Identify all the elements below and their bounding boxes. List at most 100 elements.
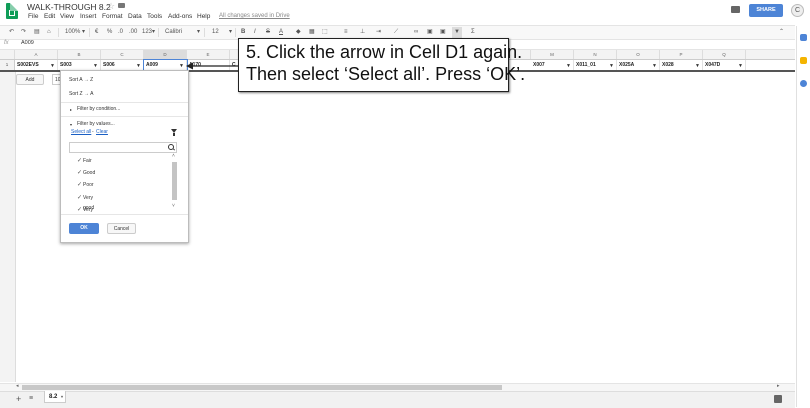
sheets-logo[interactable] xyxy=(6,3,18,19)
column-header-m[interactable]: M xyxy=(531,50,574,59)
filter-dropdown-icon[interactable]: ▼ xyxy=(566,61,571,71)
menu-insert[interactable]: Insert xyxy=(80,13,96,20)
percent-format-button[interactable]: % xyxy=(107,27,112,38)
bold-button[interactable]: B xyxy=(241,27,245,38)
undo-icon[interactable]: ↶ xyxy=(9,27,14,38)
cancel-button[interactable]: Cancel xyxy=(107,223,136,234)
cell-c1[interactable]: S006 ▼ xyxy=(101,60,144,70)
menu-tools[interactable]: Tools xyxy=(147,13,162,20)
text-rotation-icon[interactable]: ⟋ xyxy=(394,27,398,38)
values-scrollbar[interactable]: ˄ ˅ xyxy=(171,153,178,211)
avatar[interactable]: C xyxy=(791,4,804,17)
column-header-d[interactable]: D xyxy=(144,50,187,59)
cell-d1[interactable]: A009 ▼ xyxy=(143,59,188,71)
italic-button[interactable]: I xyxy=(254,27,256,38)
star-icon[interactable]: ☆ xyxy=(107,1,115,12)
menu-addons[interactable]: Add-ons xyxy=(168,13,192,20)
sheet-tab[interactable]: 8.2 ▾ xyxy=(44,391,66,403)
filter-dropdown-icon[interactable]: ▼ xyxy=(695,61,700,71)
align-vertical-icon[interactable]: ⊥ xyxy=(360,27,365,38)
sort-a-z-option[interactable]: Sort A → Z xyxy=(69,77,93,83)
filter-search-input[interactable] xyxy=(69,142,177,153)
column-header-q[interactable]: Q xyxy=(703,50,746,59)
clear-link[interactable]: Clear xyxy=(96,129,108,135)
filter-icon[interactable]: ▼ xyxy=(452,27,462,38)
column-header-b[interactable]: B xyxy=(58,50,101,59)
cell-a1[interactable]: S002EVS ▼ xyxy=(15,60,58,70)
filter-dropdown-icon[interactable]: ▼ xyxy=(738,61,743,71)
ok-button[interactable]: OK xyxy=(69,223,99,234)
paint-format-icon[interactable]: ⌂ xyxy=(47,27,51,38)
filter-dropdown-icon[interactable]: ▼ xyxy=(652,61,657,71)
row-number[interactable]: 1 xyxy=(0,60,15,70)
menu-help[interactable]: Help xyxy=(197,13,210,20)
comments-icon[interactable] xyxy=(731,6,740,13)
more-formats-select[interactable]: 123 xyxy=(142,27,152,38)
cell-o1[interactable]: X025A ▼ xyxy=(617,60,660,70)
decrease-decimals-button[interactable]: .0 xyxy=(118,27,123,38)
document-title[interactable]: WALK-THROUGH 8.2 xyxy=(27,2,111,12)
insert-link-icon[interactable]: ∞ xyxy=(414,27,418,38)
cell-n1[interactable]: X011_01 ▼ xyxy=(574,60,617,70)
chevron-down-icon[interactable]: ▾ xyxy=(61,391,63,403)
select-all-corner[interactable] xyxy=(0,50,15,59)
scroll-down-icon[interactable]: ˅ xyxy=(172,203,175,209)
text-wrap-icon[interactable]: ⇥ xyxy=(376,27,381,38)
menu-format[interactable]: Format xyxy=(102,13,123,20)
horizontal-scroll-thumb[interactable] xyxy=(22,385,502,390)
menu-file[interactable]: File xyxy=(28,13,38,20)
filter-dropdown-icon[interactable]: ▼ xyxy=(50,61,55,71)
filter-by-values-toggle[interactable]: Filter by values... xyxy=(77,121,115,127)
share-button[interactable]: SHARE xyxy=(749,4,783,17)
cell-m1[interactable]: X007 ▼ xyxy=(531,60,574,70)
font-size-select[interactable]: 12 xyxy=(212,27,219,38)
collapse-toolbar-icon[interactable]: ⌃ xyxy=(779,27,784,38)
currency-format-button[interactable]: € xyxy=(95,27,98,38)
select-all-link[interactable]: Select all xyxy=(71,129,91,135)
scroll-thumb[interactable] xyxy=(172,162,177,200)
menu-data[interactable]: Data xyxy=(128,13,142,20)
align-horizontal-icon[interactable]: ≡ xyxy=(344,27,348,38)
column-header-o[interactable]: O xyxy=(617,50,660,59)
insert-chart-icon[interactable]: ▣ xyxy=(440,27,446,38)
folder-icon[interactable] xyxy=(118,3,125,8)
borders-icon[interactable]: ▦ xyxy=(309,27,315,38)
redo-icon[interactable]: ↷ xyxy=(21,27,26,38)
print-icon[interactable]: ▤ xyxy=(34,27,40,38)
explore-icon[interactable] xyxy=(774,395,782,403)
scroll-left-icon[interactable]: ◂ xyxy=(16,383,19,389)
column-header-a[interactable]: A xyxy=(15,50,58,59)
horizontal-scrollbar[interactable]: ◂ ▸ xyxy=(0,383,795,391)
column-header-p[interactable]: P xyxy=(660,50,703,59)
menu-edit[interactable]: Edit xyxy=(44,13,55,20)
filter-by-condition-toggle[interactable]: Filter by condition... xyxy=(77,106,120,112)
font-select[interactable]: Calibri xyxy=(165,27,182,38)
text-color-button[interactable]: A xyxy=(279,27,283,38)
tasks-icon[interactable] xyxy=(800,80,807,87)
increase-decimals-button[interactable]: .00 xyxy=(129,27,137,38)
cell-p1[interactable]: X028 ▼ xyxy=(660,60,703,70)
insert-comment-icon[interactable]: ▣ xyxy=(427,27,433,38)
add-sheet-icon[interactable]: + xyxy=(16,394,21,404)
add-rows-count-input[interactable]: 10 xyxy=(52,74,61,85)
merge-cells-icon[interactable]: ⬚ xyxy=(322,27,328,38)
add-rows-button[interactable]: Add xyxy=(16,74,44,85)
column-header-e[interactable]: E xyxy=(187,50,230,59)
sort-z-a-option[interactable]: Sort Z → A xyxy=(69,91,93,97)
keep-icon[interactable] xyxy=(800,57,807,64)
scroll-right-icon[interactable]: ▸ xyxy=(777,383,780,389)
fill-color-icon[interactable]: ◆ xyxy=(296,27,301,38)
zoom-select[interactable]: 100% xyxy=(65,27,80,38)
cell-q1[interactable]: X047D ▼ xyxy=(703,60,746,70)
cell-b1[interactable]: S003 ▼ xyxy=(58,60,101,70)
scroll-up-icon[interactable]: ˄ xyxy=(172,153,175,159)
formula-input[interactable]: A009 xyxy=(21,40,34,46)
menu-view[interactable]: View xyxy=(60,13,74,20)
column-header-n[interactable]: N xyxy=(574,50,617,59)
calendar-icon[interactable] xyxy=(800,34,807,41)
strikethrough-button[interactable]: S xyxy=(266,27,270,38)
saved-status-link[interactable]: All changes saved in Drive xyxy=(219,13,290,19)
functions-button[interactable]: Σ xyxy=(471,27,475,38)
column-header-c[interactable]: C xyxy=(101,50,144,59)
all-sheets-icon[interactable]: ≡ xyxy=(29,395,33,402)
